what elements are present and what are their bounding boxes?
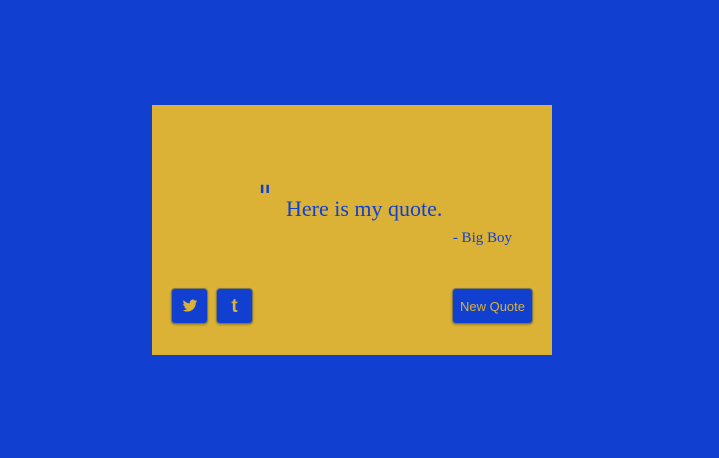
twitter-icon xyxy=(182,299,197,312)
tumblr-icon: t xyxy=(231,295,238,317)
quote-card: " Here is my quote. - Big Boy t New Quot… xyxy=(152,105,552,355)
new-quote-button[interactable]: New Quote xyxy=(452,288,533,324)
quote-mark: " xyxy=(258,180,272,215)
tweet-quote-button[interactable] xyxy=(171,288,208,324)
quote-text: Here is my quote. xyxy=(286,196,443,221)
tumblr-share-button[interactable]: t xyxy=(216,288,253,324)
quote-author: - Big Boy xyxy=(452,230,512,246)
